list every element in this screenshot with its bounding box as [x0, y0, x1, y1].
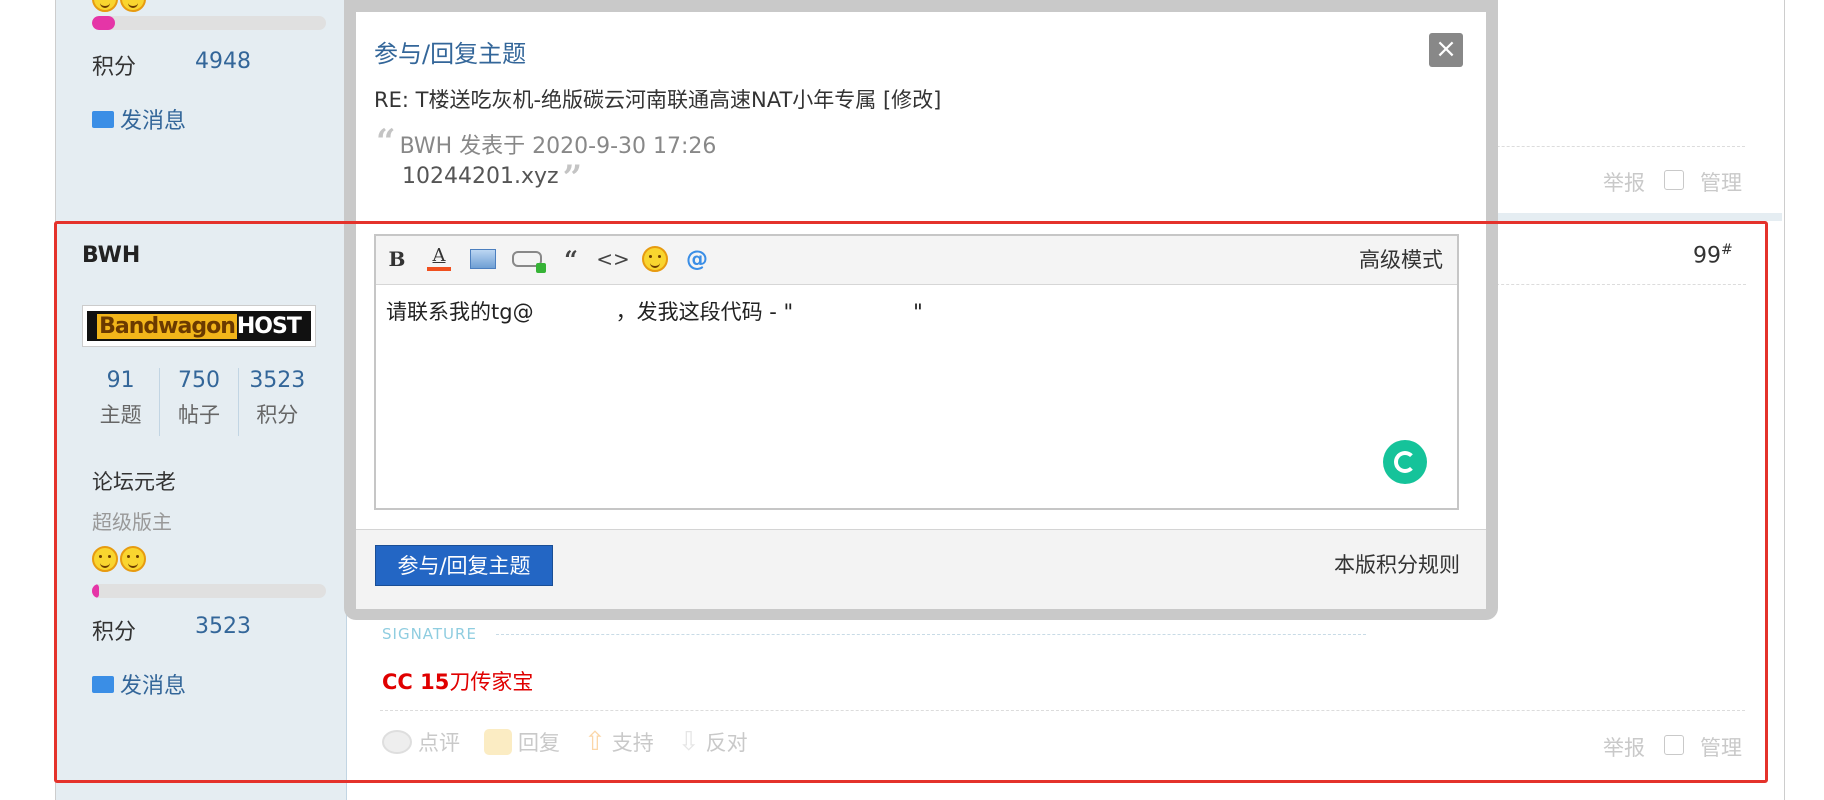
prev-score-label: 积分: [92, 55, 137, 80]
highlight-annotation: [54, 221, 1768, 783]
prev-report-link[interactable]: 举报: [1603, 167, 1645, 197]
prev-send-message-link[interactable]: 发消息: [92, 103, 186, 135]
prev-score-value: 4948: [195, 49, 251, 74]
send-message-label: 发消息: [120, 109, 187, 134]
prev-smileys: [92, 0, 148, 16]
prev-manage-checkbox[interactable]: [1664, 170, 1684, 190]
close-quote-icon: ”: [562, 158, 583, 198]
prev-manage-label: 管理: [1700, 171, 1742, 195]
quote-block: “ BWH 发表于 2020-9-30 17:26 10244201.xyz ”: [376, 122, 717, 198]
open-quote-icon: “: [376, 122, 396, 162]
modal-title: 参与/回复主题: [374, 40, 527, 68]
prev-progress-fill: [92, 16, 116, 30]
close-button[interactable]: ×: [1429, 33, 1463, 67]
smiley-icon: [92, 0, 118, 12]
quote-author-line: BWH 发表于 2020-9-30 17:26: [399, 134, 717, 159]
prev-progress-bar: [92, 16, 326, 30]
smiley-icon: [120, 0, 146, 12]
reply-subject: RE: T楼送吃灰机-绝版碳云河南联通高速NAT小年专属 [修改]: [374, 88, 942, 112]
quote-content: 10244201.xyz: [402, 164, 559, 189]
mail-icon: [92, 110, 114, 128]
